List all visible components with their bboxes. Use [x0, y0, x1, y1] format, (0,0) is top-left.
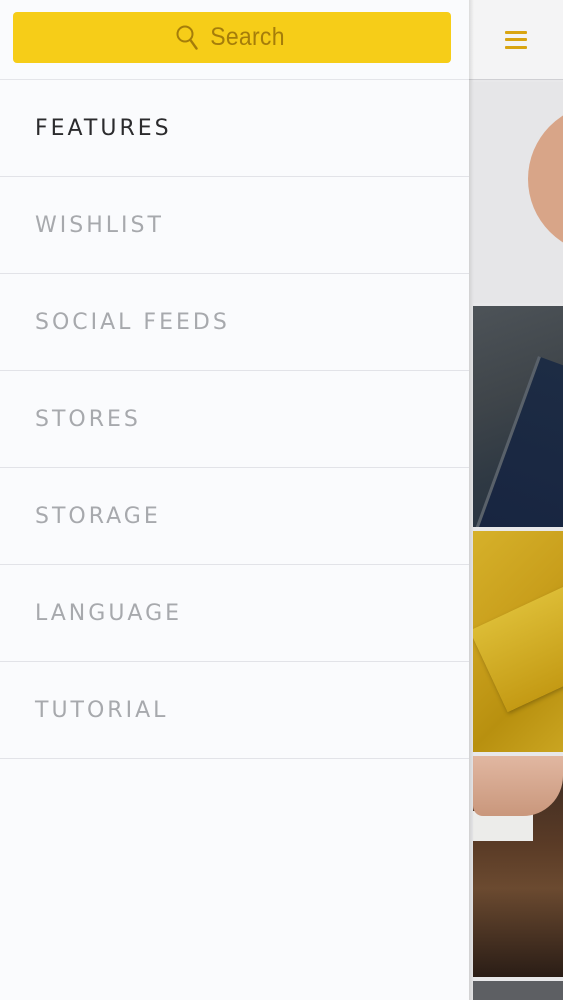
menu-item-storage[interactable]: STORAGE — [0, 468, 469, 565]
product-image-yellow-fabric[interactable] — [473, 531, 563, 752]
search-button[interactable]: Search — [13, 12, 451, 63]
menu-item-social-feeds[interactable]: SOCIAL FEEDS — [0, 274, 469, 371]
drawer-shadow — [469, 0, 474, 1000]
banner-image[interactable] — [473, 82, 563, 303]
menu-item-label: WISHLIST — [35, 212, 164, 238]
search-icon — [176, 25, 198, 51]
main-content-overlay[interactable] — [469, 0, 563, 1000]
product-image-suit[interactable] — [473, 306, 563, 527]
menu-item-label: SOCIAL FEEDS — [35, 309, 230, 335]
navigation-drawer: Search FEATURES WISHLIST SOCIAL FEEDS ST… — [0, 0, 469, 1000]
menu-item-wishlist[interactable]: WISHLIST — [0, 177, 469, 274]
menu-item-label: LANGUAGE — [35, 600, 183, 626]
menu-item-tutorial[interactable]: TUTORIAL — [0, 662, 469, 759]
hamburger-menu-icon[interactable] — [505, 30, 527, 49]
product-image-hand-bag[interactable] — [473, 756, 563, 977]
menu-item-language[interactable]: LANGUAGE — [0, 565, 469, 662]
menu-item-label: STORES — [35, 406, 141, 432]
drawer-menu: FEATURES WISHLIST SOCIAL FEEDS STORES ST… — [0, 80, 469, 759]
search-placeholder: Search — [210, 23, 285, 51]
menu-item-features[interactable]: FEATURES — [0, 80, 469, 177]
menu-item-label: STORAGE — [35, 503, 161, 529]
app-header — [469, 0, 563, 80]
screen: Search FEATURES WISHLIST SOCIAL FEEDS ST… — [0, 0, 563, 1000]
menu-item-label: FEATURES — [35, 115, 172, 141]
menu-item-label: TUTORIAL — [35, 697, 169, 723]
product-image[interactable] — [473, 981, 563, 1000]
menu-item-stores[interactable]: STORES — [0, 371, 469, 468]
